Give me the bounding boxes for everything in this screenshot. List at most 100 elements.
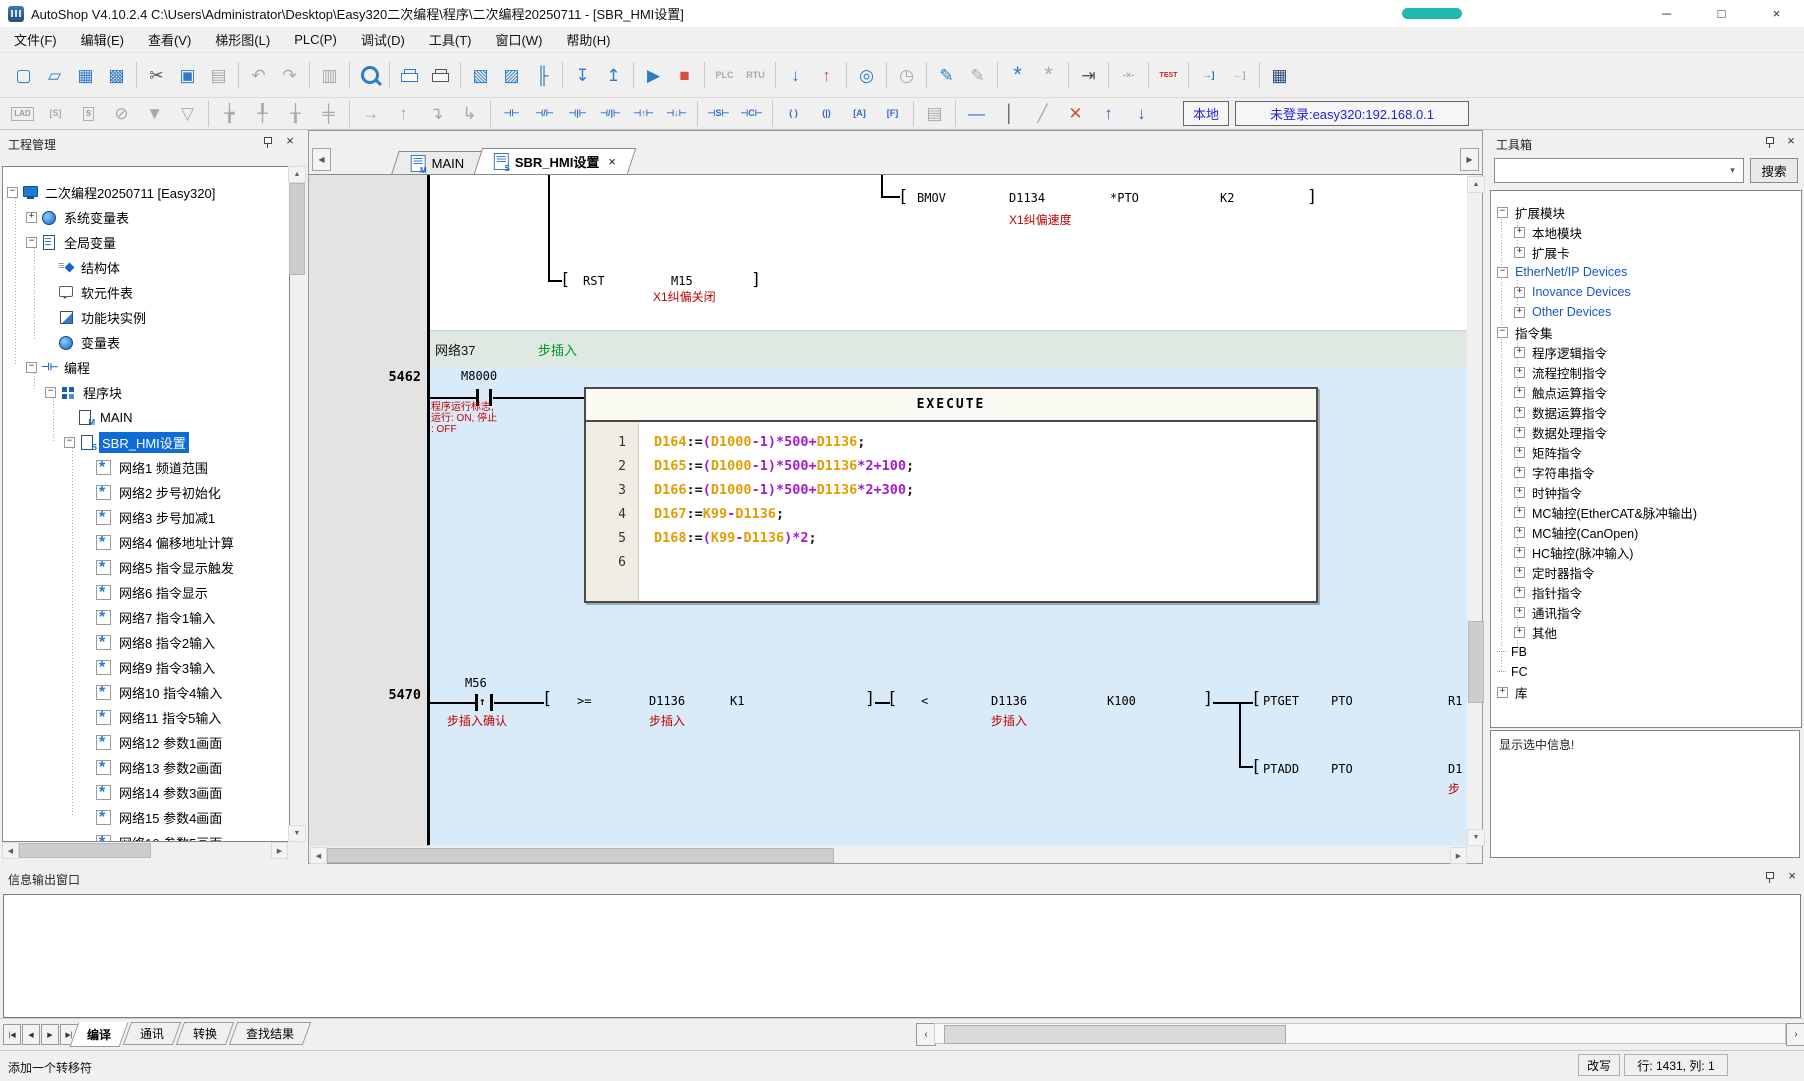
- contact-set-button[interactable]: ⊣S⊢: [703, 102, 734, 126]
- login-status-button[interactable]: 未登录:easy320:192.168.0.1: [1235, 101, 1469, 126]
- st-line[interactable]: 1D164:=(D1000-1)*500+D1136;: [586, 430, 1316, 454]
- branch-button[interactable]: ⊘: [106, 102, 137, 126]
- toolbox-tree-item[interactable]: +数据处理指令: [1514, 423, 1607, 441]
- scroll-left-icon[interactable]: ‹: [916, 1023, 936, 1046]
- st-line[interactable]: 2D165:=(D1000-1)*500+D1136*2+100;: [586, 454, 1316, 478]
- scrollbar-thumb[interactable]: [327, 848, 834, 863]
- pin-icon[interactable]: [262, 136, 273, 148]
- output-tab-3[interactable]: 查找结果: [229, 1022, 311, 1045]
- scrollbar-thumb[interactable]: [1468, 621, 1484, 703]
- project-tree-item[interactable]: 网络11 指令5输入: [83, 707, 224, 727]
- toolbox-tree-item[interactable]: +时钟指令: [1514, 483, 1582, 501]
- menu-item-1[interactable]: 编辑(E): [81, 30, 124, 49]
- menu-item-0[interactable]: 文件(F): [14, 30, 57, 49]
- line-up-button[interactable]: ↑: [1093, 102, 1124, 126]
- indent-transition-button[interactable]: ⇥: [1074, 61, 1103, 90]
- scroll-right-icon[interactable]: ▶: [271, 842, 288, 859]
- toolbox-tree-item[interactable]: +MC轴控(CanOpen): [1514, 523, 1638, 541]
- collapse-icon[interactable]: −: [26, 362, 37, 373]
- expand-icon[interactable]: +: [1514, 467, 1525, 478]
- remove-transition-button[interactable]: -×-: [1114, 61, 1143, 90]
- pin-icon[interactable]: [1764, 136, 1775, 148]
- output-tab-1[interactable]: 通讯: [123, 1022, 181, 1045]
- collapse-icon[interactable]: −: [26, 237, 37, 248]
- project-tree-item[interactable]: 网络15 参数4画面: [83, 807, 225, 827]
- toolbox-tree-item[interactable]: +Inovance Devices: [1514, 283, 1631, 301]
- open-project-button[interactable]: ▱: [40, 61, 69, 90]
- tab-scroll-right-icon[interactable]: ▶: [1460, 148, 1479, 171]
- scroll-left-icon[interactable]: ◀: [310, 847, 327, 864]
- wire-corner-down-button[interactable]: ↴: [421, 102, 452, 126]
- window-cascade-button[interactable]: ▧: [466, 61, 495, 90]
- erase-x-button[interactable]: ✕: [1060, 102, 1091, 126]
- edit-monitor-button[interactable]: ✎: [963, 61, 992, 90]
- scrollbar-thumb[interactable]: [289, 183, 305, 275]
- output-tab-2[interactable]: 转换: [176, 1022, 234, 1045]
- contact-open-pulse-button[interactable]: ⊣|⊢: [562, 102, 593, 126]
- copy-button[interactable]: ▣: [173, 61, 202, 90]
- comment-button[interactable]: ▤: [919, 102, 950, 126]
- ladder-canvas[interactable]: 网络37 步插入 EXECUTE 1D164:=(D1000-1)*500+D1…: [309, 175, 1467, 846]
- minimize-button[interactable]: ─: [1639, 0, 1694, 27]
- editor-tab-main[interactable]: MAIN: [391, 151, 484, 174]
- scroll-down-icon[interactable]: ▼: [1467, 829, 1485, 846]
- expand-icon[interactable]: +: [1514, 487, 1525, 498]
- draw-vline-button[interactable]: │: [994, 102, 1025, 126]
- st-line[interactable]: 5D168:=(K99-D1136)*2;: [586, 526, 1316, 550]
- window-export-button[interactable]: ▨: [497, 61, 526, 90]
- toolbox-tree-item[interactable]: FB: [1497, 643, 1527, 661]
- contact-closed-pulse-button[interactable]: ⊣/|⊢: [595, 102, 626, 126]
- toolbox-search-combobox[interactable]: ▾: [1494, 158, 1744, 183]
- find-button[interactable]: [355, 61, 384, 90]
- project-tree-item[interactable]: −二次编程20250711 [Easy320]: [7, 182, 218, 202]
- close-button[interactable]: ×: [1749, 0, 1804, 27]
- toolbox-tree-item[interactable]: −扩展模块: [1497, 203, 1565, 221]
- print-button[interactable]: [426, 61, 455, 90]
- toolbox-tree-item[interactable]: +指针指令: [1514, 583, 1582, 601]
- search-button[interactable]: 搜索: [1750, 158, 1798, 183]
- expand-icon[interactable]: +: [1514, 527, 1525, 538]
- scroll-right-icon[interactable]: ▶: [1450, 847, 1467, 864]
- tab-scroll-left-icon[interactable]: ◀: [312, 148, 331, 171]
- project-tree-item[interactable]: 网络1 频道范围: [83, 457, 211, 477]
- expand-icon[interactable]: +: [1514, 587, 1525, 598]
- expand-icon[interactable]: +: [1514, 287, 1525, 298]
- insert-cell-button[interactable]: ╆: [214, 102, 245, 126]
- insert-row-button[interactable]: ▼: [139, 102, 170, 126]
- coil-inverse-button[interactable]: (|): [811, 102, 842, 126]
- collapse-icon[interactable]: −: [1497, 267, 1508, 278]
- expand-icon[interactable]: +: [1514, 407, 1525, 418]
- expand-icon[interactable]: +: [1514, 427, 1525, 438]
- download-plc-button[interactable]: ↓: [781, 61, 810, 90]
- menu-item-6[interactable]: 工具(T): [429, 30, 472, 49]
- toolbox-tree-item[interactable]: +MC轴控(EtherCAT&脉冲输出): [1514, 503, 1697, 521]
- toolbox-tree-item[interactable]: FC: [1497, 663, 1528, 681]
- close-panel-icon[interactable]: ×: [1784, 134, 1798, 148]
- run-button[interactable]: ▶: [639, 61, 668, 90]
- wire-corner-up-button[interactable]: ↳: [454, 102, 485, 126]
- project-tree-item[interactable]: 网络14 参数3画面: [83, 782, 225, 802]
- collapse-icon[interactable]: −: [45, 387, 56, 398]
- wire-up-button[interactable]: ↑: [388, 102, 419, 126]
- expand-icon[interactable]: +: [1514, 567, 1525, 578]
- line-down-button[interactable]: ↓: [1126, 102, 1157, 126]
- delete-button[interactable]: ▥: [315, 61, 344, 90]
- write-monitor-button[interactable]: ✎: [932, 61, 961, 90]
- project-tree-item[interactable]: +系统变量表: [26, 207, 132, 227]
- hv-contact-display-button[interactable]: ╟: [528, 61, 557, 90]
- expand-icon[interactable]: +: [1514, 607, 1525, 618]
- project-tree-item[interactable]: −编程: [26, 357, 93, 377]
- toolbox-tree-item[interactable]: +扩展卡: [1514, 243, 1570, 261]
- menu-item-8[interactable]: 帮助(H): [566, 30, 610, 49]
- editor-tab-sbr-hmi[interactable]: SBR_HMI设置×: [473, 148, 636, 174]
- scroll-down-icon[interactable]: ▼: [288, 825, 306, 842]
- delete-network-button[interactable]: *: [1034, 61, 1063, 90]
- project-tree-item[interactable]: 网络8 指令2输入: [83, 632, 218, 652]
- maximize-button[interactable]: □: [1694, 0, 1749, 27]
- coil-func-button[interactable]: [F]: [877, 102, 908, 126]
- project-tree-item[interactable]: 功能块实例: [45, 307, 149, 327]
- menu-item-3[interactable]: 梯形图(L): [215, 30, 270, 49]
- pin-icon[interactable]: [1764, 871, 1775, 883]
- toolbox-tree-item[interactable]: +字符串指令: [1514, 463, 1595, 481]
- print-preview-button[interactable]: [395, 61, 424, 90]
